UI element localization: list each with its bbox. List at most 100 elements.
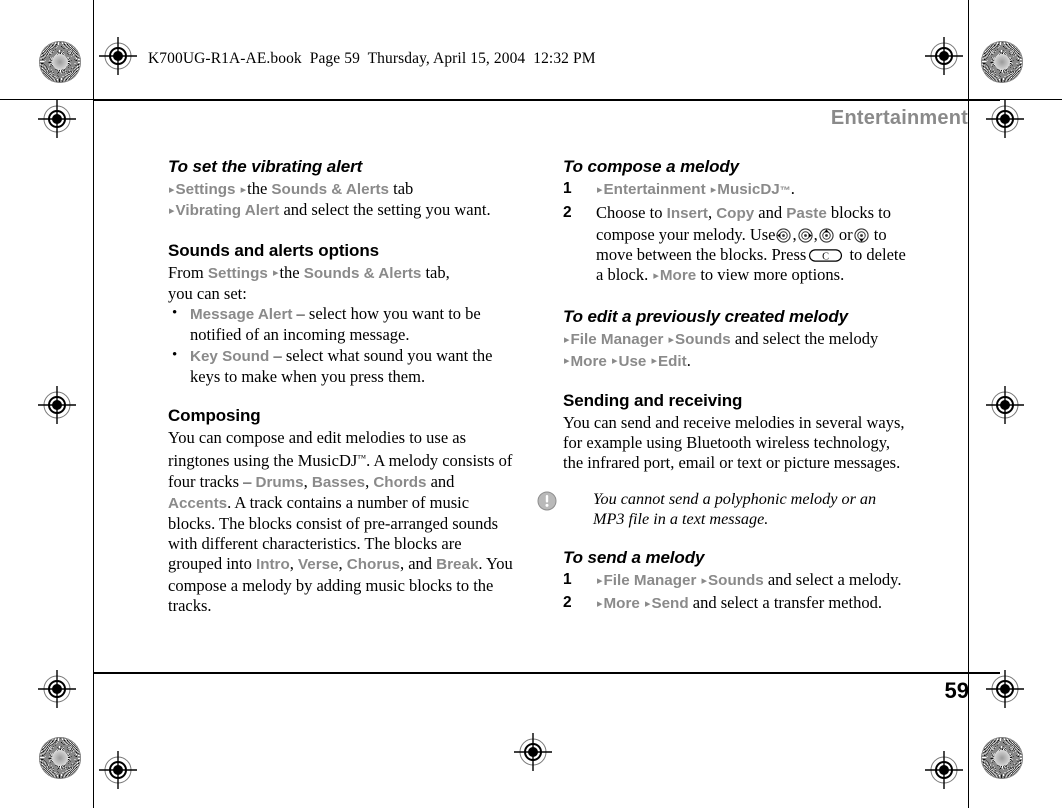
arrow-glyph: ▸	[564, 355, 570, 368]
registration-target-top-left	[99, 37, 137, 75]
ui-term-sounds-alerts: Sounds & Alerts	[271, 181, 389, 199]
ui-term-accents: Accents	[168, 494, 228, 512]
ui-term-settings: Settings	[207, 264, 268, 282]
sending-receiving-paragraph: You can send and receive melodies in sev…	[563, 413, 905, 473]
arrow-glyph: ▸	[169, 204, 175, 217]
ui-term-file-manager: File Manager	[570, 331, 664, 349]
ui-term-intro: Intro	[256, 556, 290, 574]
text-select-melody: and select a melody.	[767, 570, 902, 590]
arrow-glyph: ▸	[597, 597, 603, 610]
heading-to-compose-a-melody: To compose a melody	[563, 157, 740, 176]
step-number: 1	[563, 571, 572, 589]
registration-target-left-bottom	[38, 670, 76, 708]
step-number: 2	[563, 594, 572, 612]
ui-term-vibrating-alert: Vibrating Alert	[175, 202, 280, 220]
sounds-options-list: Message Alert – select how you want to b…	[168, 303, 513, 387]
ui-term-chorus: Chorus	[346, 556, 400, 574]
sounds-options-intro: From Settings ▸the Sounds & Alerts tab, y…	[168, 263, 513, 304]
period: .	[686, 350, 691, 370]
ui-term-message-alert: Message Alert	[190, 306, 293, 324]
nav-down-key-icon	[853, 227, 869, 243]
send-melody-steps: 1 ▸File Manager ▸Sounds and select a mel…	[563, 570, 908, 614]
ui-term-use: Use	[618, 352, 647, 370]
registration-target-bottom-right	[925, 751, 963, 789]
nav-up-key-icon	[819, 227, 834, 243]
en-dash: –	[243, 471, 252, 491]
comma: ,	[707, 203, 713, 223]
ui-term-chords: Chords	[373, 473, 427, 491]
text-and: and	[430, 471, 455, 491]
note-callout: You cannot send a polyphonic melody or a…	[537, 489, 908, 529]
compose-melody-steps: 1 ▸Entertainment ▸MusicDJ™. 2 Choose to …	[563, 179, 908, 286]
arrow-glyph: ▸	[169, 183, 175, 196]
list-item: 1 ▸Entertainment ▸MusicDJ™.	[563, 179, 908, 201]
page-number: 59	[944, 678, 969, 703]
arrow-glyph: ▸	[701, 574, 708, 587]
text-tab: tab	[393, 179, 414, 199]
registration-starburst-bottom-left	[39, 737, 81, 779]
em-dash: –	[273, 345, 282, 365]
ui-term-paste: Paste	[786, 205, 827, 223]
text-select-transfer-method: and select a transfer method.	[692, 593, 882, 613]
text-tab-comma: tab,	[425, 262, 450, 282]
page-title: Entertainment	[830, 107, 968, 129]
registration-target-top-right	[925, 37, 963, 75]
text-the: the	[247, 179, 268, 199]
list-item: Key Sound – select what sound you want t…	[168, 345, 513, 387]
list-item: 2 ▸More ▸Send and select a transfer meth…	[563, 593, 908, 614]
left-column: To set the vibrating alert ▸Settings ▸th…	[168, 157, 513, 616]
arrow-glyph: ▸	[597, 574, 603, 587]
ui-term-more: More	[659, 267, 697, 285]
trademark-symbol: ™	[779, 185, 791, 198]
em-dash: –	[296, 304, 305, 324]
footer-rule	[93, 672, 1000, 674]
list-item: Message Alert – select how you want to b…	[168, 303, 513, 345]
text-you-can-set: you can set:	[168, 284, 247, 304]
text-and: and	[408, 554, 433, 574]
ui-term-copy: Copy	[716, 205, 755, 223]
arrow-glyph: ▸	[240, 183, 247, 196]
nav-left-key-icon	[776, 227, 792, 243]
note-text: You cannot send a polyphonic melody or a…	[593, 489, 877, 528]
exclamation-circle-icon	[537, 491, 557, 511]
text-select-setting: and select the setting you want.	[283, 200, 491, 220]
registration-starburst-top-right	[981, 41, 1023, 83]
edit-melody-line2: ▸More ▸Use ▸Edit.	[563, 351, 908, 372]
text-from: From	[168, 262, 204, 282]
ui-term-file-manager: File Manager	[603, 572, 697, 590]
ui-term-sounds: Sounds	[708, 572, 764, 590]
ui-term-drums: Drums	[255, 473, 304, 491]
ui-term-musicdj: MusicDJ	[717, 181, 780, 199]
edit-melody-line1: ▸File Manager ▸Sounds and select the mel…	[563, 329, 908, 350]
trademark-symbol: ™	[357, 453, 367, 464]
ui-term-edit: Edit	[658, 352, 687, 370]
registration-target-right-middle	[986, 100, 1024, 138]
registration-target-bottom-center	[514, 733, 552, 771]
registration-target-left-middle	[38, 100, 76, 138]
list-item: 1 ▸File Manager ▸Sounds and select a mel…	[563, 570, 908, 591]
registration-target-right-bottom	[986, 670, 1024, 708]
step-number: 2	[563, 204, 572, 222]
arrow-glyph: ▸	[651, 355, 658, 368]
right-column: To compose a melody 1 ▸Entertainment ▸Mu…	[537, 157, 908, 617]
crop-rule-top-left	[0, 99, 94, 100]
text-or: or	[838, 224, 853, 244]
vibrating-alert-instruction-line2: ▸Vibrating Alert and select the setting …	[168, 200, 513, 221]
arrow-glyph: ▸	[597, 183, 603, 196]
svg-text:C: C	[822, 251, 829, 262]
step-number: 1	[563, 180, 572, 198]
heading-to-set-vibrating-alert: To set the vibrating alert	[168, 157, 363, 176]
ui-term-sounds: Sounds	[675, 331, 731, 349]
ui-term-more: More	[603, 595, 640, 613]
text-view-more-options: to view more options.	[700, 265, 845, 285]
ui-term-insert: Insert	[666, 205, 708, 223]
arrow-glyph: ▸	[668, 333, 675, 346]
registration-starburst-top-left	[39, 41, 81, 83]
vibrating-alert-instruction-line1: ▸Settings ▸the Sounds & Alerts tab	[168, 179, 513, 200]
